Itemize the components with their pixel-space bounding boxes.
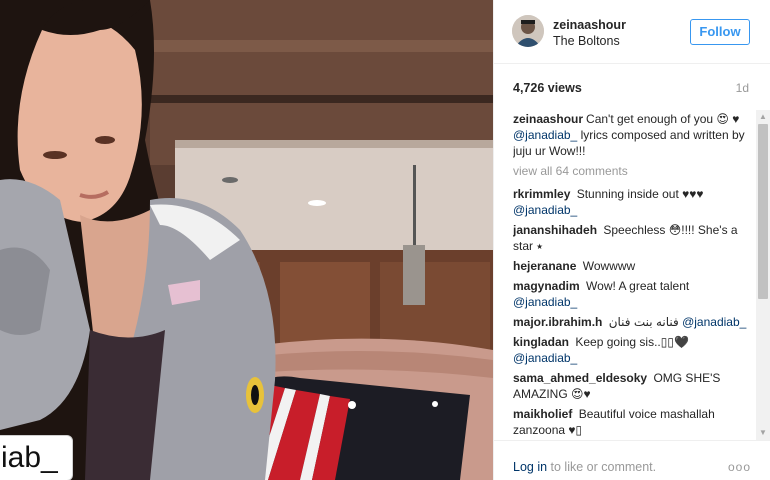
comment-text: Keep going sis..▯▯🖤 bbox=[575, 335, 689, 349]
post-footer: Log in to like or comment. ooo bbox=[494, 440, 770, 480]
post-photo[interactable]: iab_ bbox=[0, 0, 493, 480]
more-options-button[interactable]: ooo bbox=[728, 460, 751, 474]
comment-username[interactable]: hejeranane bbox=[513, 259, 576, 273]
post-stats: 4,726 views 1d bbox=[494, 64, 770, 108]
comment-item: jananshihadeh Speechless 😳!!!! She's a s… bbox=[513, 222, 751, 254]
comment-username[interactable]: sama_ahmed_eldesoky bbox=[513, 371, 647, 385]
comment-mention[interactable]: @janadiab_ bbox=[513, 295, 577, 309]
photo-image bbox=[0, 0, 493, 480]
comment-text: فنانه بنت فنان bbox=[608, 315, 679, 329]
comment-mention[interactable]: @janadiab_ bbox=[682, 315, 746, 329]
comment-username[interactable]: rkrimmley bbox=[513, 187, 570, 201]
scroll-up-icon[interactable]: ▲ bbox=[756, 110, 770, 124]
comment-username[interactable]: jananshihadeh bbox=[513, 223, 597, 237]
comment-item: maikholief Beautiful voice mashallah zan… bbox=[513, 406, 751, 438]
comment-username[interactable]: maikholief bbox=[513, 407, 572, 421]
comments-list[interactable]: zeinaashour Can't get enough of you 😍 ♥ @… bbox=[513, 111, 751, 440]
follow-button[interactable]: Follow bbox=[690, 19, 750, 45]
caption-text: Can't get enough of you 😍 ♥ bbox=[586, 112, 740, 126]
scroll-down-icon[interactable]: ▼ bbox=[756, 426, 770, 440]
login-prompt: Log in to like or comment. bbox=[513, 460, 656, 474]
comment-text: Wowwww bbox=[582, 259, 636, 273]
comment-item: hejeranane Wowwww bbox=[513, 258, 751, 274]
comment-item: rkrimmley Stunning inside out ♥♥♥ @janad… bbox=[513, 186, 751, 218]
comment-mention[interactable]: @janadiab_ bbox=[513, 351, 577, 365]
comment-item: kingladan Keep going sis..▯▯🖤 @janadiab_ bbox=[513, 334, 751, 366]
comment-item: magynadim Wow! A great talent @janadiab_ bbox=[513, 278, 751, 310]
scrollbar-thumb[interactable] bbox=[758, 124, 768, 299]
comment-username[interactable]: kingladan bbox=[513, 335, 569, 349]
comment-username[interactable]: magynadim bbox=[513, 279, 580, 293]
comment-username[interactable]: major.ibrahim.h bbox=[513, 315, 602, 329]
post-age[interactable]: 1d bbox=[736, 81, 749, 95]
login-prompt-text: to like or comment. bbox=[547, 460, 657, 474]
photo-tag-label: iab_ bbox=[0, 435, 73, 480]
comment-text: Wow! A great talent bbox=[586, 279, 690, 293]
post-header: zeinaashour The Boltons Follow bbox=[494, 0, 770, 64]
caption: zeinaashour Can't get enough of you 😍 ♥ @… bbox=[513, 111, 751, 159]
view-count[interactable]: 4,726 views bbox=[513, 81, 582, 95]
side-panel: zeinaashour The Boltons Follow 4,726 vie… bbox=[493, 0, 770, 480]
comment-item: sama_ahmed_eldesoky OMG SHE'S AMAZING 😍♥ bbox=[513, 370, 751, 402]
comment-mention[interactable]: @janadiab_ bbox=[513, 203, 577, 217]
comments-scrollbar[interactable]: ▲ ▼ bbox=[756, 110, 770, 440]
owner-username[interactable]: zeinaashour bbox=[553, 18, 626, 32]
comment-item: major.ibrahim.h فنانه بنت فنان @janadiab… bbox=[513, 314, 751, 330]
instagram-post: iab_ zeinaashour The Boltons Follow 4,72… bbox=[0, 0, 770, 480]
view-all-comments-link[interactable]: view all 64 comments bbox=[513, 163, 751, 179]
avatar[interactable] bbox=[512, 15, 544, 47]
caption-username[interactable]: zeinaashour bbox=[513, 112, 583, 126]
owner-location[interactable]: The Boltons bbox=[553, 34, 620, 48]
login-link[interactable]: Log in bbox=[513, 460, 547, 474]
comment-text: Stunning inside out ♥♥♥ bbox=[576, 187, 704, 201]
caption-mention[interactable]: @janadiab_ bbox=[513, 128, 577, 142]
avatar-image bbox=[512, 15, 544, 47]
